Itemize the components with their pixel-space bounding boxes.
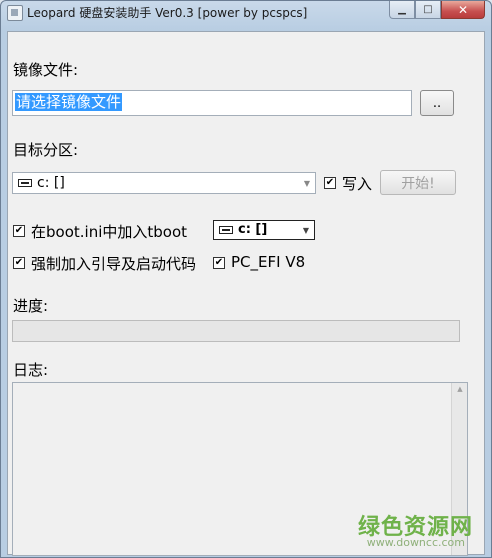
- write-label: 写入: [342, 175, 373, 193]
- checkmark-icon: ✔: [14, 225, 24, 236]
- minimize-button[interactable]: ▁: [389, 1, 415, 19]
- image-file-input[interactable]: 请选择镜像文件: [12, 90, 412, 116]
- close-button[interactable]: ✕: [441, 1, 485, 19]
- boot-drive-selected: c: []: [238, 222, 268, 237]
- progress-label: 进度:: [13, 297, 49, 315]
- maximize-button[interactable]: □: [415, 1, 441, 19]
- partition-combobox[interactable]: c: [] ▼: [12, 172, 316, 194]
- add-tboot-label: 在boot.ini中加入tboot: [31, 223, 188, 241]
- partition-selected: c: []: [37, 175, 65, 191]
- watermark-url: www.downcc.com: [366, 536, 465, 549]
- force-boot-checkbox[interactable]: ✔: [13, 257, 25, 269]
- app-icon: [7, 5, 23, 21]
- title-bar[interactable]: Leopard 硬盘安装助手 Ver0.3 [power by pcspcs] …: [1, 1, 491, 25]
- boot-drive-combobox[interactable]: c: [] ▼: [213, 220, 315, 240]
- image-file-label: 镜像文件:: [13, 61, 79, 79]
- force-boot-label: 强制加入引导及启动代码: [31, 255, 197, 273]
- checkmark-icon: ✔: [325, 177, 335, 188]
- image-file-value: 请选择镜像文件: [15, 93, 123, 111]
- scroll-up-icon[interactable]: ▲: [452, 385, 468, 393]
- checkmark-icon: ✔: [14, 257, 24, 268]
- drive-icon: [219, 226, 233, 234]
- dropdown-arrow-icon[interactable]: ▼: [299, 173, 315, 193]
- pc-efi-checkbox[interactable]: ✔: [213, 257, 225, 269]
- window-controls: ▁ □ ✕: [389, 1, 485, 19]
- write-checkbox[interactable]: ✔: [324, 177, 336, 189]
- checkmark-icon: ✔: [214, 257, 224, 268]
- drive-icon: [18, 179, 32, 187]
- add-tboot-checkbox[interactable]: ✔: [13, 225, 25, 237]
- start-button[interactable]: 开始!: [380, 170, 456, 195]
- log-label: 日志:: [13, 361, 49, 379]
- client-area: 镜像文件: 请选择镜像文件 .. 目标分区: c: [] ▼ ✔ 写入 开始! …: [7, 31, 485, 556]
- target-partition-label: 目标分区:: [13, 141, 79, 159]
- dropdown-arrow-icon[interactable]: ▼: [298, 221, 314, 239]
- window-title: Leopard 硬盘安装助手 Ver0.3 [power by pcspcs]: [27, 6, 308, 20]
- main-window: Leopard 硬盘安装助手 Ver0.3 [power by pcspcs] …: [0, 0, 492, 558]
- browse-button[interactable]: ..: [420, 90, 454, 116]
- progress-bar: [12, 320, 460, 342]
- pc-efi-label: PC_EFI V8: [231, 253, 306, 271]
